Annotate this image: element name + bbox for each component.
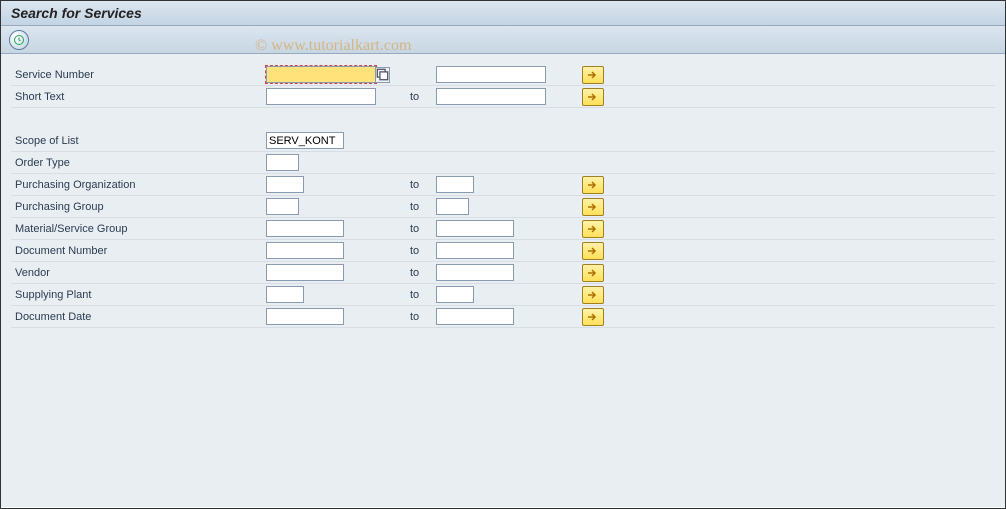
arrow-right-icon — [587, 312, 599, 322]
page-title: Search for Services — [1, 1, 1005, 26]
row-order-type: Order Type — [11, 152, 995, 174]
arrow-right-icon — [587, 246, 599, 256]
row-short-text: Short Text to — [11, 86, 995, 108]
label-vendor: Vendor — [11, 267, 266, 279]
arrow-right-icon — [587, 70, 599, 80]
multi-select-purch-org[interactable] — [582, 176, 604, 194]
selection-screen: Service Number Short Text to — [1, 54, 1005, 507]
row-supplying-plant: Supplying Plant to — [11, 284, 995, 306]
service-number-from-input[interactable] — [266, 66, 376, 83]
row-doc-number: Document Number to — [11, 240, 995, 262]
purch-org-from-input[interactable] — [266, 176, 304, 193]
to-label-short-text: to — [406, 91, 436, 103]
vendor-from-input[interactable] — [266, 264, 344, 281]
spacer — [11, 108, 995, 130]
label-mat-serv-group: Material/Service Group — [11, 223, 266, 235]
purch-group-from-input[interactable] — [266, 198, 299, 215]
multi-select-vendor[interactable] — [582, 264, 604, 282]
multi-select-service-number[interactable] — [582, 66, 604, 84]
arrow-right-icon — [587, 180, 599, 190]
to-label-doc-date: to — [406, 311, 436, 323]
vendor-to-input[interactable] — [436, 264, 514, 281]
label-short-text: Short Text — [11, 91, 266, 103]
supplying-plant-to-input[interactable] — [436, 286, 474, 303]
label-doc-date: Document Date — [11, 311, 266, 323]
arrow-right-icon — [587, 290, 599, 300]
purch-org-to-input[interactable] — [436, 176, 474, 193]
row-scope-of-list: Scope of List — [11, 130, 995, 152]
label-purch-group: Purchasing Group — [11, 201, 266, 213]
label-order-type: Order Type — [11, 157, 266, 169]
to-label-purch-group: to — [406, 201, 436, 213]
multi-select-doc-date[interactable] — [582, 308, 604, 326]
multi-select-short-text[interactable] — [582, 88, 604, 106]
doc-date-from-input[interactable] — [266, 308, 344, 325]
supplying-plant-from-input[interactable] — [266, 286, 304, 303]
short-text-from-input[interactable] — [266, 88, 376, 105]
row-purch-org: Purchasing Organization to — [11, 174, 995, 196]
to-label-vendor: to — [406, 267, 436, 279]
arrow-right-icon — [587, 202, 599, 212]
arrow-right-icon — [587, 92, 599, 102]
label-doc-number: Document Number — [11, 245, 266, 257]
order-type-input[interactable] — [266, 154, 299, 171]
execute-button[interactable] — [9, 30, 29, 50]
row-service-number: Service Number — [11, 64, 995, 86]
clock-execute-icon — [13, 34, 25, 46]
service-number-to-input[interactable] — [436, 66, 546, 83]
to-label-purch-org: to — [406, 179, 436, 191]
row-doc-date: Document Date to — [11, 306, 995, 328]
row-vendor: Vendor to — [11, 262, 995, 284]
label-service-number: Service Number — [11, 69, 266, 81]
multi-select-purch-group[interactable] — [582, 198, 604, 216]
arrow-right-icon — [587, 268, 599, 278]
purch-group-to-input[interactable] — [436, 198, 469, 215]
scope-of-list-input[interactable] — [266, 132, 344, 149]
doc-number-to-input[interactable] — [436, 242, 514, 259]
multi-select-doc-number[interactable] — [582, 242, 604, 260]
toolbar — [1, 26, 1005, 54]
to-label-supplying-plant: to — [406, 289, 436, 301]
f4-help-icon[interactable] — [376, 67, 390, 83]
doc-number-from-input[interactable] — [266, 242, 344, 259]
label-supplying-plant: Supplying Plant — [11, 289, 266, 301]
to-label-mat-serv-group: to — [406, 223, 436, 235]
multi-select-mat-serv-group[interactable] — [582, 220, 604, 238]
doc-date-to-input[interactable] — [436, 308, 514, 325]
row-mat-serv-group: Material/Service Group to — [11, 218, 995, 240]
short-text-to-input[interactable] — [436, 88, 546, 105]
label-purch-org: Purchasing Organization — [11, 179, 266, 191]
mat-serv-group-from-input[interactable] — [266, 220, 344, 237]
multi-select-supplying-plant[interactable] — [582, 286, 604, 304]
arrow-right-icon — [587, 224, 599, 234]
search-help-icon — [376, 68, 389, 81]
label-scope-of-list: Scope of List — [11, 135, 266, 147]
mat-serv-group-to-input[interactable] — [436, 220, 514, 237]
to-label-doc-number: to — [406, 245, 436, 257]
row-purch-group: Purchasing Group to — [11, 196, 995, 218]
